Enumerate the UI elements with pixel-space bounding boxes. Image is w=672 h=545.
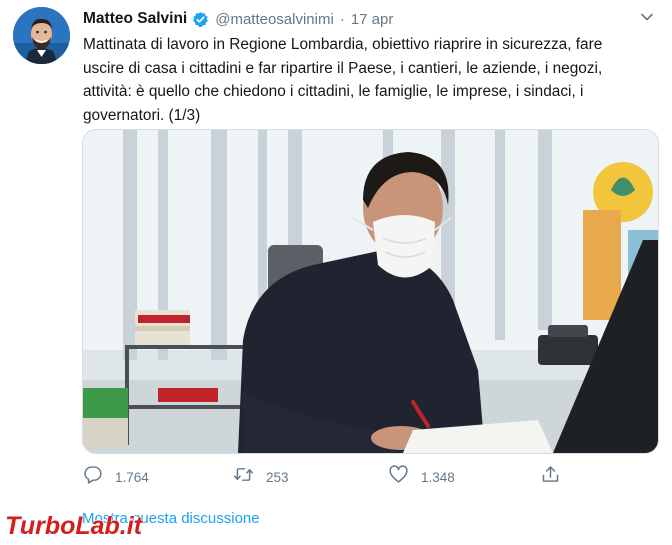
tweet-text-line: attività: è quello che chiedono i cittad…: [83, 83, 584, 100]
reply-icon: [82, 464, 103, 490]
share-button[interactable]: [540, 462, 561, 492]
tweet-date[interactable]: 17 apr: [351, 11, 394, 28]
tweet-header: Matteo Salvini @matteosalvinimi · 17 apr: [83, 8, 642, 30]
tweet-text-line: governatori. (1/3): [83, 106, 201, 124]
separator-dot: ·: [339, 10, 345, 28]
tweet-text-line: Mattinata di lavoro in Regione Lombardia…: [83, 36, 603, 53]
retweet-count: 253: [266, 469, 289, 485]
reply-count: 1.764: [115, 469, 149, 485]
like-button[interactable]: 1.348: [388, 462, 455, 492]
heart-icon: [388, 464, 409, 490]
tweet-actions: 1.764 253 1.348: [82, 462, 602, 492]
svg-text:TurboLab.it: TurboLab.it: [5, 512, 144, 540]
like-count: 1.348: [421, 469, 455, 485]
verified-badge-icon: [192, 11, 209, 28]
share-icon: [540, 464, 561, 490]
tweet-text: Mattinata di lavoro in Regione Lombardia…: [83, 33, 663, 127]
chevron-down-icon[interactable]: [640, 10, 654, 24]
author-name[interactable]: Matteo Salvini: [83, 10, 187, 28]
avatar[interactable]: [13, 7, 70, 64]
retweet-icon: [233, 464, 254, 490]
tweet-photo[interactable]: [82, 129, 659, 454]
retweet-button[interactable]: 253: [233, 462, 289, 492]
turbolab-watermark-logo: TurboLab.it: [3, 511, 188, 540]
reply-button[interactable]: 1.764: [82, 462, 149, 492]
tweet-text-line: uscire di casa i cittadini e far riparti…: [83, 59, 603, 77]
author-handle[interactable]: @matteosalvinimi: [215, 11, 334, 28]
tweet-card: Matteo Salvini @matteosalvinimi · 17 apr…: [0, 0, 672, 541]
